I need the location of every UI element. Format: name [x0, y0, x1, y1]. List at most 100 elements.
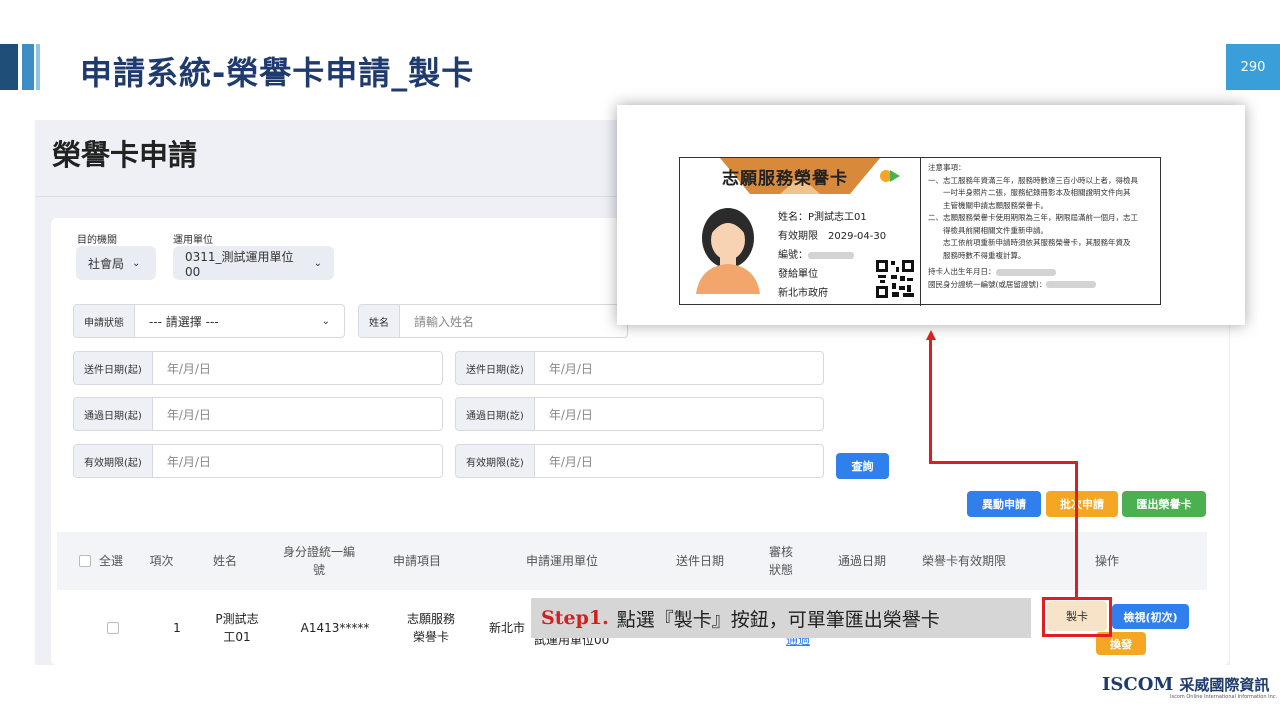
send-start-label: 送件日期(起) — [74, 352, 153, 384]
title-accent-bar — [22, 44, 34, 90]
col-pass-date: 通過日期 — [837, 554, 886, 568]
checkbox-icon — [78, 555, 91, 567]
cell-apply-unit-prefix: 新北市 — [489, 621, 526, 635]
note-line: 志工依前項重新申請時須依其服務榮譽卡，其服務年資及 — [928, 238, 1131, 247]
card-valid: 有效期限 2029-04-30 — [778, 231, 887, 242]
agency-value: 社會局 — [88, 256, 125, 271]
date-placeholder: 年/月/日 — [166, 407, 211, 422]
logo-zh: 采威國際資訊 — [1179, 676, 1270, 694]
name-input[interactable]: 姓名 請輸入姓名 — [358, 304, 628, 338]
cell-apply-item: 志願服務榮譽卡 — [406, 612, 455, 644]
batch-apply-button[interactable]: 批次申請 — [1046, 491, 1118, 517]
status-value: --- 請選擇 --- — [149, 314, 219, 329]
step-callout: Step1. 點選『製卡』按鈕，可單筆匯出榮譽卡 — [531, 598, 1031, 638]
card-notes: 注意事項： 一、志工服務年資滿三年，服務時數達三百小時以上者，得檢具 一吋半身照… — [928, 162, 1158, 291]
col-name: 姓名 — [212, 554, 237, 568]
title-accent-bar — [0, 44, 18, 90]
col-item: 項次 — [149, 554, 174, 568]
card-header: 志願服務榮譽卡 — [680, 158, 920, 194]
col-apply-unit: 申請運用單位 — [525, 554, 598, 568]
notes-title: 注意事項： — [928, 163, 966, 172]
date-placeholder: 年/月/日 — [548, 454, 593, 469]
note-line: 主管機關申請志願服務榮譽卡。 — [928, 200, 1048, 210]
date-placeholder: 年/月/日 — [166, 361, 211, 376]
name-placeholder: 請輸入姓名 — [414, 314, 475, 329]
unit-select[interactable]: 0311_測試運用單位00 ⌄ — [173, 246, 334, 280]
card-issuer-label: 發給單位 — [778, 269, 818, 280]
pass-start-date-field[interactable]: 通過日期(起) 年/月/日 — [73, 397, 443, 431]
unit-label: 運用單位 — [173, 235, 213, 246]
cell-item: 1 — [173, 621, 181, 635]
note-line: 二、志願服務榮譽卡使用期限為三年，期限屆滿前一個月，志工 — [928, 213, 1138, 222]
valid-end-date-field[interactable]: 有效期限(訖) 年/月/日 — [455, 444, 824, 478]
slide-title: 申請系統-榮譽卡申請_製卡 — [80, 54, 475, 92]
send-start-date-field[interactable]: 送件日期(起) 年/月/日 — [73, 351, 443, 385]
company-logo: ISCOM 采威國際資訊 — [1102, 674, 1269, 695]
logo-en: ISCOM — [1102, 674, 1174, 695]
redacted-number — [808, 251, 854, 259]
export-card-button[interactable]: 匯出榮譽卡 — [1122, 491, 1206, 517]
arrow-head-icon — [926, 330, 936, 340]
avatar-icon — [696, 208, 760, 294]
chevron-down-icon: ⌄ — [132, 257, 141, 269]
cell-name: P測試志工01 — [215, 612, 259, 644]
make-card-highlight — [1042, 597, 1112, 637]
col-id: 身分證統一編號 — [282, 545, 355, 577]
card-divider — [920, 158, 921, 306]
col-send-date: 送件日期 — [675, 554, 724, 568]
col-apply-item: 申請項目 — [392, 554, 441, 568]
send-end-label: 送件日期(訖) — [456, 352, 535, 384]
agency-select[interactable]: 社會局 ⌄ — [76, 246, 156, 280]
card-number-label: 編號： — [778, 250, 808, 261]
holder-birth-row: 持卡人出生年月日： — [928, 266, 1158, 279]
note-line: 服務時數不得重複計算。 — [928, 250, 1026, 260]
pass-start-label: 通過日期(起) — [74, 398, 153, 430]
table-header: 全選 項次 姓名 身分證統一編號 申請項目 申請運用單位 送件日期 審核狀態 通… — [57, 532, 1207, 590]
agency-label: 目的機關 — [77, 235, 117, 246]
chevron-down-icon: ⌄ — [321, 315, 330, 327]
page-number: 290 — [1226, 44, 1280, 90]
date-placeholder: 年/月/日 — [548, 407, 593, 422]
col-review-status: 審核狀態 — [768, 545, 793, 577]
title-accent-bar — [36, 44, 40, 90]
unit-value: 0311_測試運用單位00 — [185, 249, 294, 279]
arrow-line — [1075, 461, 1078, 599]
change-apply-button[interactable]: 異動申請 — [967, 491, 1041, 517]
card-number-row: 編號： — [778, 246, 854, 261]
date-placeholder: 年/月/日 — [166, 454, 211, 469]
row-checkbox[interactable] — [101, 596, 125, 660]
redacted-birth — [995, 268, 1056, 276]
step-text: 點選『製卡』按鈕，可單筆匯出榮譽卡 — [616, 608, 940, 631]
step-number: Step1. — [541, 607, 609, 629]
valid-start-label: 有效期限(起) — [74, 445, 153, 477]
send-end-date-field[interactable]: 送件日期(訖) 年/月/日 — [455, 351, 824, 385]
note-line: 得檢具前開相關文件重新申請。 — [928, 225, 1048, 235]
select-all-checkbox[interactable]: 全選 — [71, 532, 131, 590]
holder-id-row: 國民身分證統一編號(或居留證號)： — [928, 279, 1158, 292]
honor-card: 志願服務榮譽卡 姓名：P測試志工01 有效期限 2029-04-30 編號： 發… — [679, 157, 1161, 306]
chevron-down-icon: ⌄ — [313, 257, 322, 269]
card-issuer-value: 新北市政府 — [778, 288, 828, 299]
view-button[interactable]: 檢視(初次) — [1112, 604, 1189, 629]
holder-birth-label: 持卡人出生年月日： — [928, 267, 996, 276]
holder-id-label: 國民身分證統一編號(或居留證號)： — [928, 279, 1047, 289]
arrow-line — [929, 338, 932, 464]
pass-end-label: 通過日期(訖) — [456, 398, 535, 430]
status-label: 申請狀態 — [74, 305, 135, 337]
status-select[interactable]: 申請狀態 --- 請選擇 --- ⌄ — [73, 304, 345, 338]
page-title: 榮譽卡申請 — [52, 138, 198, 172]
valid-end-label: 有效期限(訖) — [456, 445, 535, 477]
card-title: 志願服務榮譽卡 — [722, 169, 848, 189]
qr-code-icon — [874, 258, 916, 300]
select-all-label: 全選 — [98, 554, 123, 568]
checkbox-icon — [107, 622, 119, 634]
query-button[interactable]: 查詢 — [836, 453, 889, 479]
valid-start-date-field[interactable]: 有效期限(起) 年/月/日 — [73, 444, 443, 478]
cell-id: A1413***** — [300, 621, 370, 635]
col-operations: 操作 — [1094, 554, 1119, 568]
date-placeholder: 年/月/日 — [548, 361, 593, 376]
pass-end-date-field[interactable]: 通過日期(訖) 年/月/日 — [455, 397, 824, 431]
card-name: 姓名：P測試志工01 — [778, 212, 867, 223]
logo-subtitle: Iscom Online International Information I… — [1170, 694, 1278, 700]
redacted-id — [1046, 281, 1097, 288]
